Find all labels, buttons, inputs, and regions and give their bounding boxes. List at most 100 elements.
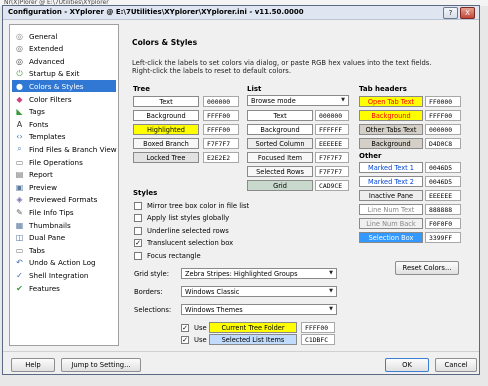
ok-button[interactable]: OK — [385, 358, 429, 372]
color-swatch-sorted-column[interactable]: Sorted Column — [247, 138, 313, 149]
sidebar-item-find-files-branch-view[interactable]: ⌕ Find Files & Branch View — [12, 143, 116, 155]
sidebar-item-file-info-tips[interactable]: ✎ File Info Tips — [12, 206, 116, 218]
hex-field[interactable]: F7F7F7 — [315, 166, 349, 177]
sidebar-item-label: Dual Pane — [29, 233, 66, 243]
sidebar-item-thumbnails[interactable]: ▦ Thumbnails — [12, 219, 116, 231]
help-button[interactable]: Help — [11, 358, 55, 372]
color-swatch-marked-text-2[interactable]: Marked Text 2 — [359, 176, 423, 187]
sidebar-item-color-filters[interactable]: ◆ Color Filters — [12, 93, 116, 105]
hex-field[interactable]: CAD9CE — [315, 180, 349, 191]
hex-field[interactable]: FF0000 — [425, 96, 461, 107]
color-swatch-marked-text-1[interactable]: Marked Text 1 — [359, 162, 423, 173]
use-checkbox[interactable]: ✓ Use — [181, 323, 207, 333]
sidebar-item-tabs[interactable]: ▭ Tabs — [12, 244, 116, 256]
checkbox[interactable]: ✓ — [181, 336, 189, 344]
use-checkbox[interactable]: ✓ Use — [181, 335, 207, 345]
color-swatch-text[interactable]: Text — [247, 110, 313, 121]
sidebar-item-previewed-formats[interactable]: ◈ Previewed Formats — [12, 194, 116, 206]
reset-colors-button[interactable]: Reset Colors... — [395, 261, 459, 275]
sidebar-item-preview[interactable]: ▣ Preview — [12, 181, 116, 193]
sidebar-item-templates[interactable]: ‹› Templates — [12, 131, 116, 143]
sidebar-item-file-operations[interactable]: ▭ File Operations — [12, 156, 116, 168]
color-swatch-boxed-branch[interactable]: Boxed Branch — [133, 138, 199, 149]
hex-field[interactable]: 0046D5 — [425, 162, 461, 173]
color-swatch-open-tab-text[interactable]: Open Tab Text — [359, 96, 423, 107]
sidebar-item-advanced[interactable]: ◎ Advanced — [12, 55, 116, 67]
hex-field[interactable]: EEEEEE — [315, 138, 349, 149]
selections-select[interactable]: Windows Themes ▼ — [181, 304, 337, 315]
hex-field[interactable]: FFFF00 — [203, 110, 239, 121]
help-title-button[interactable]: ? — [443, 7, 458, 19]
hex-field[interactable]: FFFF00 — [425, 110, 461, 121]
color-swatch-line-num-text[interactable]: Line Num Text — [359, 204, 423, 215]
style-option-apply-list-styles-globally[interactable]: Apply list styles globally — [134, 213, 229, 223]
hex-field[interactable]: D4D0C8 — [425, 138, 461, 149]
sidebar-item-label: Tags — [29, 107, 45, 117]
hex-field[interactable]: 000000 — [203, 96, 239, 107]
color-swatch-background[interactable]: Background — [247, 124, 313, 135]
list-mode-select[interactable]: Browse mode ▼ — [247, 95, 349, 106]
hex-field[interactable]: 888888 — [425, 204, 461, 215]
color-swatch-focused-item[interactable]: Focused Item — [247, 152, 313, 163]
sidebar-item-extended[interactable]: ◎ Extended — [12, 43, 116, 55]
checkbox[interactable] — [134, 226, 142, 235]
borders-select[interactable]: Windows Classic ▼ — [181, 286, 337, 297]
borders-value: Windows Classic — [185, 287, 240, 296]
hex-field[interactable]: F7F7F7 — [203, 138, 239, 149]
hex-field[interactable]: E2E2E2 — [203, 152, 239, 163]
style-option-mirror-tree-box-color-in-file-list[interactable]: Mirror tree box color in file list — [134, 201, 249, 211]
color-swatch-selection-box[interactable]: Selection Box — [359, 232, 423, 243]
style-option-underline-selected-rows[interactable]: Underline selected rows — [134, 226, 229, 236]
checkbox[interactable] — [134, 251, 142, 260]
sidebar-item-colors-styles[interactable]: ● Colors & Styles — [12, 80, 116, 93]
sidebar-item-features[interactable]: ✔ Features — [12, 282, 116, 294]
color-swatch-selected-list-items[interactable]: Selected List Items — [209, 334, 297, 345]
style-option-focus-rectangle[interactable]: Focus rectangle — [134, 251, 201, 261]
color-swatch-inactive-pane[interactable]: Inactive Pane — [359, 190, 423, 201]
sidebar-item-report[interactable]: ▤ Report — [12, 169, 116, 181]
page-title: Colors & Styles — [132, 38, 198, 47]
checkbox-label: Underline selected rows — [147, 226, 229, 235]
hex-field[interactable]: 000000 — [315, 110, 349, 121]
hex-field[interactable]: 000000 — [425, 124, 461, 135]
checkbox[interactable]: ✓ — [181, 324, 189, 332]
cancel-button[interactable]: Cancel — [435, 358, 477, 372]
color-swatch-text[interactable]: Text — [133, 96, 199, 107]
color-swatch-background[interactable]: Background — [359, 110, 423, 121]
sidebar-item-general[interactable]: ◎ General — [12, 30, 116, 42]
hex-field[interactable]: F7F7F7 — [315, 152, 349, 163]
color-swatch-line-num-back[interactable]: Line Num Back — [359, 218, 423, 229]
grid-style-select[interactable]: Zebra Stripes: Highlighted Groups ▼ — [181, 268, 337, 279]
color-swatch-other-tabs-text[interactable]: Other Tabs Text — [359, 124, 423, 135]
checkbox[interactable] — [134, 202, 142, 210]
color-swatch-grid[interactable]: Grid — [247, 180, 313, 191]
color-swatch-background[interactable]: Background — [359, 138, 423, 149]
sidebar-item-startup-exit[interactable]: ⏻ Startup & Exit — [12, 68, 116, 80]
hex-field[interactable]: F0F0F0 — [425, 218, 461, 229]
style-option-translucent-selection-box[interactable]: ✓ Translucent selection box — [134, 238, 233, 248]
sidebar-item-tags[interactable]: ◣ Tags — [12, 106, 116, 118]
sidebar-item-shell-integration[interactable]: ✓ Shell Integration — [12, 269, 116, 281]
hex-field[interactable]: FFFF00 — [203, 124, 239, 135]
hex-field[interactable]: 3399FF — [425, 232, 461, 243]
color-swatch-background[interactable]: Background — [133, 110, 199, 121]
color-swatch-locked-tree[interactable]: Locked Tree — [133, 152, 199, 163]
color-swatch-highlighted[interactable]: Highlighted — [133, 124, 199, 135]
sidebar-item-fonts[interactable]: A Fonts — [12, 118, 116, 130]
hex-field[interactable]: FFFFFF — [315, 124, 349, 135]
color-swatch-selected-rows[interactable]: Selected Rows — [247, 166, 313, 177]
sidebar-item-dual-pane[interactable]: ◫ Dual Pane — [12, 232, 116, 244]
sidebar-item-undo-action-log[interactable]: ↶ Undo & Action Log — [12, 257, 116, 269]
color-swatch-current-tree-folder[interactable]: Current Tree Folder — [209, 322, 297, 333]
sidebar-item-label: Report — [29, 170, 53, 180]
selections-label: Selections: — [134, 306, 172, 314]
settings-sidebar: ◎ General ◎ Extended ◎ Advanced ⏻ Startup & Exi… — [9, 24, 119, 346]
hex-field[interactable]: EEEEEE — [425, 190, 461, 201]
checkbox[interactable] — [134, 214, 142, 223]
hex-field[interactable]: C1DBFC — [301, 334, 335, 345]
hex-field[interactable]: 0046D5 — [425, 176, 461, 187]
close-button[interactable]: X — [460, 7, 475, 19]
hex-field[interactable]: FFFF00 — [301, 322, 335, 333]
jump-to-setting-button[interactable]: Jump to Setting... — [61, 358, 141, 372]
checkbox[interactable]: ✓ — [134, 239, 142, 248]
